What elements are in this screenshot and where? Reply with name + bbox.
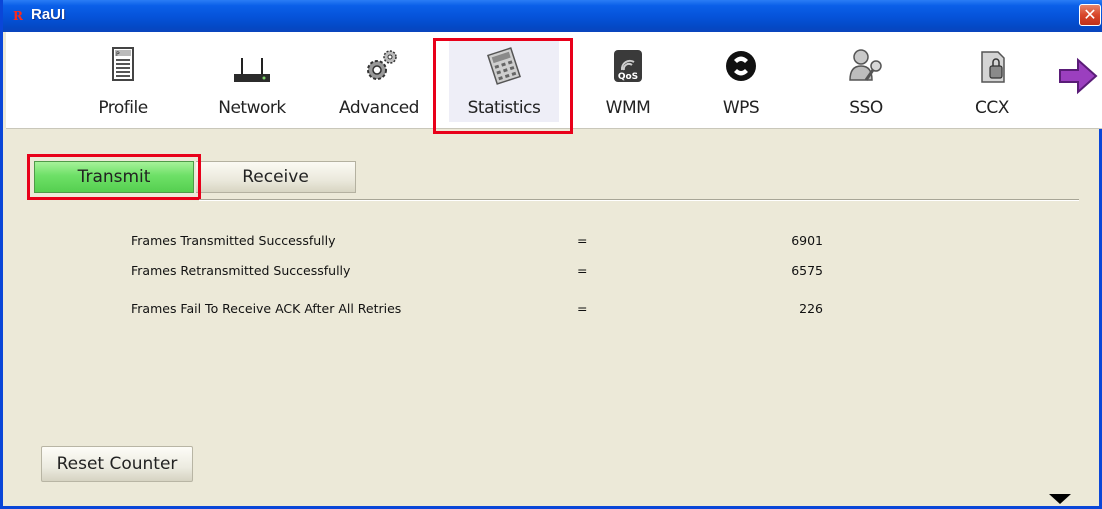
raui-app-icon: R: [13, 9, 23, 23]
svg-text:P: P: [116, 51, 120, 58]
stat-separator: =: [577, 301, 588, 316]
wps-icon: [726, 51, 756, 81]
toolbar-label-wps: WPS: [722, 98, 760, 118]
stat-row: Frames Retransmitted Successfully = 6575: [3, 263, 1102, 283]
stat-label: Frames Fail To Receive ACK After All Ret…: [131, 301, 402, 316]
toolbar-label-ccx: CCX: [975, 98, 1009, 118]
stat-value: 226: [799, 301, 823, 316]
toolbar-label-advanced: Advanced: [339, 98, 419, 118]
sso-icon: [849, 49, 882, 81]
close-button[interactable]: ✕: [1079, 4, 1101, 26]
raui-window: R RaUI ✕ P Profile Network Advanced Stat…: [0, 0, 1102, 509]
toolbar-item-wmm[interactable]: QoS WMM: [573, 38, 683, 122]
toolbar-item-ccx[interactable]: CCX: [937, 38, 1047, 122]
stat-separator: =: [577, 233, 588, 248]
advanced-icon: [367, 50, 397, 80]
toolbar-label-wmm: WMM: [605, 98, 651, 118]
toolbar-label-profile: Profile: [98, 98, 148, 118]
stat-label: Frames Retransmitted Successfully: [131, 263, 351, 278]
toolbar-item-sso[interactable]: SSO: [811, 38, 921, 122]
tab-receive[interactable]: Receive: [196, 161, 356, 193]
toolbar-label-sso: SSO: [849, 98, 883, 118]
stat-separator: =: [577, 263, 588, 278]
tab-divider: [199, 199, 1079, 200]
stat-row: Frames Transmitted Successfully = 6901: [3, 233, 1102, 253]
toolbar-item-wps[interactable]: WPS: [686, 38, 796, 122]
arrow-right-icon[interactable]: [1056, 56, 1100, 96]
ccx-icon: [981, 51, 1005, 83]
stat-value: 6901: [791, 233, 823, 248]
stat-value: 6575: [791, 263, 823, 278]
stat-row: Frames Fail To Receive ACK After All Ret…: [3, 301, 1102, 321]
reset-counter-button[interactable]: Reset Counter: [41, 446, 193, 482]
wmm-qos-icon: QoS: [614, 50, 642, 82]
wmm-qos-badge: QoS: [618, 72, 638, 82]
stat-label: Frames Transmitted Successfully: [131, 233, 336, 248]
toolbar-item-advanced[interactable]: Advanced: [324, 38, 434, 122]
statistics-highlight-box: [433, 38, 573, 134]
transmit-highlight-box: [27, 154, 201, 200]
scroll-down-arrow-icon[interactable]: [1035, 492, 1085, 506]
window-title: RaUI: [31, 6, 66, 23]
toolbar-item-profile[interactable]: P Profile: [68, 38, 178, 122]
network-icon: [234, 58, 270, 82]
title-bar[interactable]: R RaUI ✕: [3, 0, 1102, 32]
toolbar-label-network: Network: [218, 98, 286, 118]
toolbar-item-network[interactable]: Network: [197, 38, 307, 122]
profile-icon: P: [112, 47, 134, 81]
